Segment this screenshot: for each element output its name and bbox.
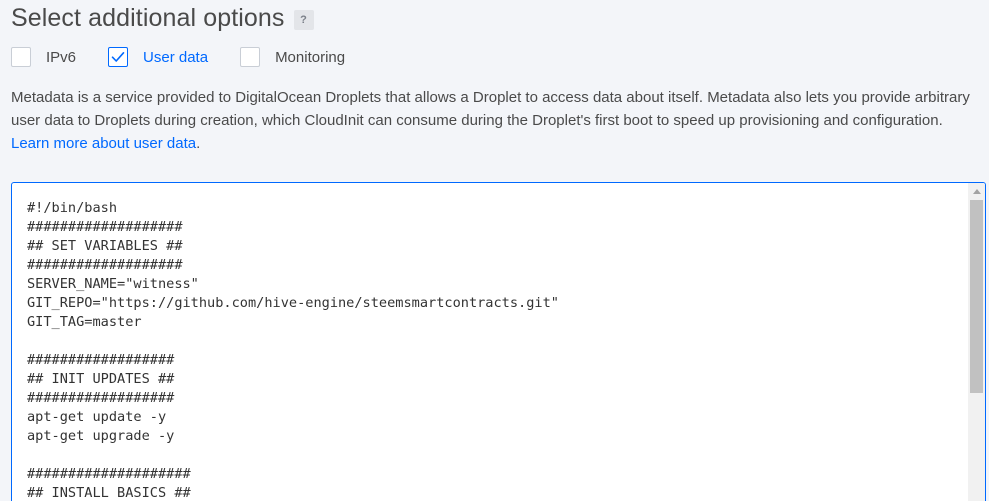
monitoring-checkbox[interactable] — [240, 47, 261, 67]
option-user-data[interactable]: User data — [108, 47, 208, 67]
description-trailing: . — [196, 135, 201, 152]
scroll-up-button[interactable] — [968, 183, 985, 199]
option-ipv6[interactable]: IPv6 — [11, 47, 76, 67]
additional-options: IPv6 User data Monitoring — [11, 45, 377, 69]
help-icon[interactable]: ? — [293, 9, 314, 30]
ipv6-checkbox[interactable] — [11, 47, 31, 67]
user-data-checkbox[interactable] — [108, 47, 129, 67]
check-icon — [111, 52, 125, 62]
section-title: Select additional options — [11, 3, 285, 32]
option-monitoring[interactable]: Monitoring — [240, 47, 345, 67]
user-data-script[interactable]: #!/bin/bash ################### ## SET V… — [27, 199, 559, 501]
scroll-thumb[interactable] — [970, 200, 983, 393]
editor-scrollbar[interactable] — [968, 183, 985, 501]
learn-more-link[interactable]: Learn more about user data — [11, 135, 196, 152]
description-text: Metadata is a service provided to Digita… — [11, 89, 970, 129]
monitoring-label[interactable]: Monitoring — [275, 49, 345, 66]
scroll-up-arrow-icon — [972, 188, 981, 194]
metadata-description: Metadata is a service provided to Digita… — [11, 86, 976, 155]
ipv6-label[interactable]: IPv6 — [46, 49, 76, 66]
section-heading: Select additional options ? — [11, 2, 314, 34]
user-data-label[interactable]: User data — [143, 49, 208, 66]
user-data-textarea[interactable]: #!/bin/bash ################### ## SET V… — [11, 182, 986, 501]
